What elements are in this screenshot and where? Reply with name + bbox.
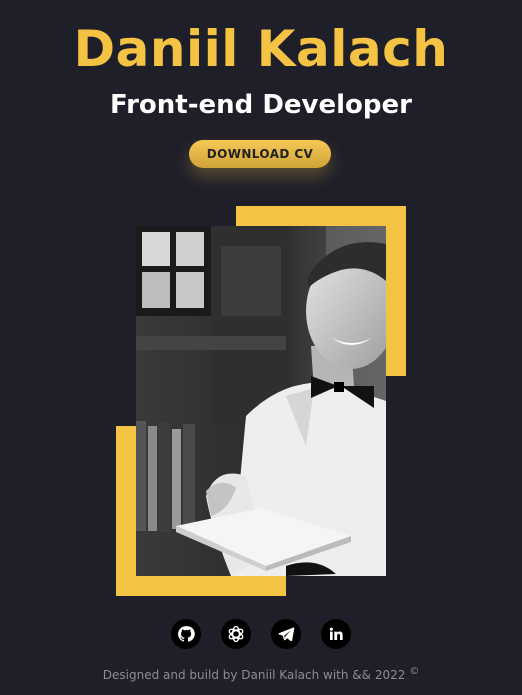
openai-icon bbox=[228, 625, 244, 643]
developer-role: Front-end Developer bbox=[110, 90, 412, 120]
telegram-icon bbox=[278, 627, 295, 642]
github-link[interactable] bbox=[171, 619, 201, 649]
portrait-illustration bbox=[136, 226, 386, 576]
developer-name: Daniil Kalach bbox=[73, 20, 449, 78]
social-links bbox=[171, 619, 351, 649]
download-cv-button[interactable]: DOWNLOAD CV bbox=[189, 140, 331, 168]
copyright-symbol: © bbox=[409, 666, 420, 677]
linkedin-icon bbox=[329, 627, 343, 640]
footer-text: Designed and build by Daniil Kalach with… bbox=[102, 668, 406, 682]
github-icon bbox=[178, 626, 195, 642]
portrait-photo bbox=[136, 226, 386, 576]
site-footer: Designed and build by Daniil Kalach with… bbox=[0, 666, 522, 682]
hero-section: Daniil Kalach Front-end Developer DOWNLO… bbox=[0, 0, 522, 695]
telegram-link[interactable] bbox=[271, 619, 301, 649]
linkedin-link[interactable] bbox=[321, 619, 351, 649]
openai-link[interactable] bbox=[221, 619, 251, 649]
